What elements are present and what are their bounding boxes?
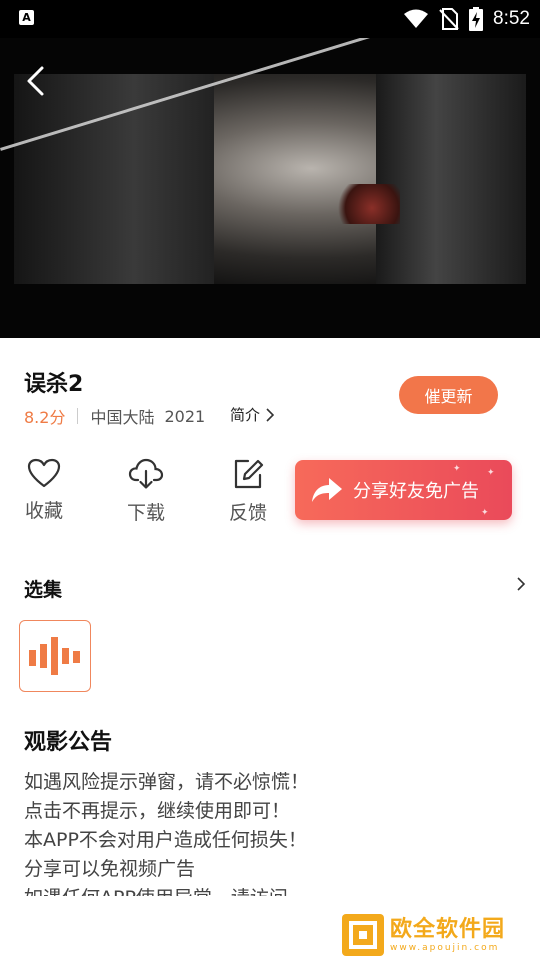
- watermark-brand-name: 欧全软件园: [390, 917, 506, 942]
- system-icons: 8:52: [403, 6, 530, 32]
- episodes-more-button[interactable]: [516, 576, 532, 596]
- chevron-right-icon: [266, 407, 275, 422]
- feedback-button[interactable]: 反馈: [218, 458, 278, 525]
- intro-link[interactable]: 简介: [230, 404, 275, 425]
- favorite-label: 收藏: [24, 500, 63, 522]
- meta-divider: [77, 408, 79, 424]
- wifi-icon: [404, 9, 429, 28]
- status-bar: A 8:52: [0, 0, 540, 38]
- app-notification-icon: A: [19, 10, 34, 25]
- no-sim-icon: [439, 8, 459, 30]
- share-arrow-icon: [312, 478, 342, 502]
- download-button[interactable]: 下载: [116, 458, 176, 525]
- favorite-button[interactable]: 收藏: [14, 458, 74, 523]
- watermark-brand: 欧全软件园 www.apoujin.com: [390, 917, 505, 953]
- scene-wall-left: [14, 74, 214, 284]
- episode-playing-tile[interactable]: [19, 620, 91, 692]
- edit-icon: [234, 459, 264, 489]
- sparkle-icon: ✦: [481, 508, 489, 518]
- video-player[interactable]: [0, 38, 540, 338]
- notice-line: 本APP不会对用户造成任何损失！: [24, 829, 307, 851]
- scene-wall-right: [376, 74, 526, 284]
- sparkle-icon: ✦: [487, 468, 495, 478]
- status-time: 8:52: [493, 8, 530, 29]
- audio-bars-icon: [29, 637, 80, 675]
- chevron-left-icon: [27, 66, 44, 96]
- notice-line: 如遇风险提示弹窗，请不必惊慌！: [24, 771, 310, 793]
- movie-year: 2021: [164, 406, 206, 426]
- heart-icon: [27, 458, 61, 488]
- intro-label: 简介: [230, 406, 261, 424]
- notice-text: 如遇风险提示弹窗，请不必惊慌！ 点击不再提示，继续使用即可！ 本APP不会对用户…: [24, 768, 524, 896]
- chevron-right-icon: [517, 577, 526, 591]
- sparkle-icon: ✦: [453, 464, 461, 474]
- watermark-logo-icon: [342, 914, 384, 956]
- notice-title: 观影公告: [24, 730, 113, 755]
- movie-region: 中国大陆: [90, 408, 155, 427]
- urge-update-button[interactable]: 催更新: [399, 376, 498, 414]
- download-label: 下载: [126, 502, 165, 524]
- notice-line: 点击不再提示，继续使用即可！: [24, 800, 291, 822]
- movie-title: 误杀2: [24, 372, 84, 397]
- site-watermark: 欧全软件园 www.apoujin.com: [340, 911, 534, 959]
- cloud-download-icon: [128, 458, 164, 489]
- back-button[interactable]: [24, 64, 48, 98]
- battery-charging-icon: [469, 7, 484, 31]
- movie-meta: 8.2分 中国大陆 2021: [24, 404, 205, 428]
- notice-line: 如遇任何APP使用异常，请访问: [24, 884, 524, 896]
- share-banner-label: 分享好友免广告: [353, 481, 479, 502]
- share-friends-banner[interactable]: 分享好友免广告 ✦ ✦ ✦: [295, 460, 512, 520]
- feedback-label: 反馈: [228, 502, 267, 524]
- watermark-url: www.apoujin.com: [390, 943, 500, 953]
- movie-score: 8.2分: [24, 408, 66, 427]
- episodes-title: 选集: [24, 579, 63, 601]
- notice-line: 分享可以免视频广告: [24, 858, 196, 880]
- scene-figure: [330, 184, 400, 224]
- video-frame: [14, 74, 526, 284]
